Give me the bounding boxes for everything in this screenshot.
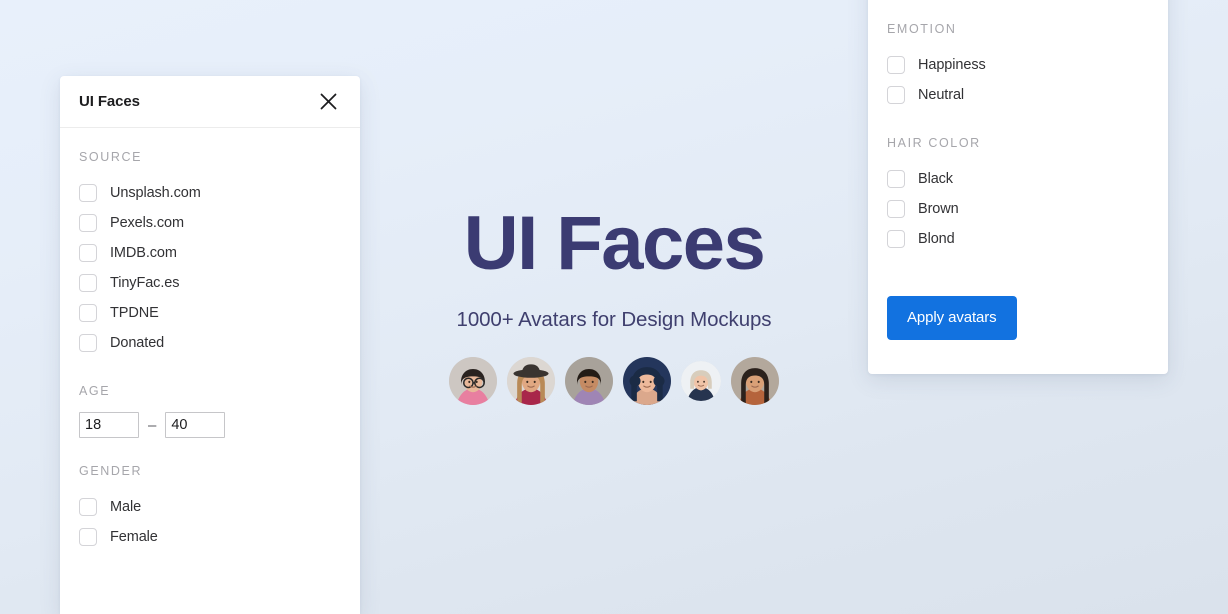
checkbox-row-neutral[interactable]: Neutral — [887, 80, 1149, 110]
checkbox-neutral[interactable] — [887, 86, 905, 104]
checkbox-row-imdb-com[interactable]: IMDB.com — [79, 238, 341, 268]
apply-avatars-button[interactable]: Apply avatars — [887, 296, 1017, 340]
avatar-6 — [731, 357, 779, 405]
checkbox-male[interactable] — [79, 498, 97, 516]
avatar-5 — [681, 361, 721, 401]
checkbox-label: Unsplash.com — [110, 185, 201, 201]
checkbox-label: TinyFac.es — [110, 275, 180, 291]
section-label-age: AGE — [79, 384, 111, 398]
checkbox-row-tinyfac-es[interactable]: TinyFac.es — [79, 268, 341, 298]
checkbox-donated[interactable] — [79, 334, 97, 352]
close-icon — [320, 93, 337, 110]
avatar-1 — [449, 357, 497, 405]
checkbox-blond[interactable] — [887, 230, 905, 248]
checkbox-label: Donated — [110, 335, 165, 351]
age-min-input[interactable] — [79, 412, 139, 438]
section-gender: GENDER Male Female — [79, 464, 341, 552]
avatar-2 — [507, 357, 555, 405]
checkbox-label: Male — [110, 499, 142, 515]
section-label-hair-color: HAIR COLOR — [887, 136, 981, 150]
filters-body: SOURCE Unsplash.com Pexels.com IMDB.com Tiny… — [60, 128, 360, 552]
checkbox-happiness[interactable] — [887, 56, 905, 74]
attributes-panel: EMOTION Happiness Neutral HAIR COLOR Black Br… — [868, 0, 1168, 374]
checkbox-unsplash-com[interactable] — [79, 184, 97, 202]
section-label-gender: GENDER — [79, 464, 143, 478]
checkbox-label: Happiness — [918, 57, 986, 73]
age-range-row: – — [79, 412, 341, 438]
close-button[interactable] — [314, 88, 342, 116]
attributes-body: EMOTION Happiness Neutral HAIR COLOR Black Br… — [868, 0, 1168, 340]
checkbox-row-pexels-com[interactable]: Pexels.com — [79, 208, 341, 238]
checkbox-tinyfac-es[interactable] — [79, 274, 97, 292]
checkbox-label: Blond — [918, 231, 955, 247]
age-max-input[interactable] — [165, 412, 226, 438]
checkbox-brown[interactable] — [887, 200, 905, 218]
checkbox-imdb-com[interactable] — [79, 244, 97, 262]
age-range-separator: – — [148, 416, 157, 434]
checkbox-black[interactable] — [887, 170, 905, 188]
section-hair-color: HAIR COLOR Black Brown Blond — [887, 136, 1149, 254]
checkbox-row-female[interactable]: Female — [79, 522, 341, 552]
checkbox-row-male[interactable]: Male — [79, 492, 341, 522]
avatar-3 — [565, 357, 613, 405]
section-emotion: EMOTION Happiness Neutral — [887, 22, 1149, 110]
checkbox-label: Pexels.com — [110, 215, 184, 231]
checkbox-row-unsplash-com[interactable]: Unsplash.com — [79, 178, 341, 208]
section-label-source: SOURCE — [79, 150, 143, 164]
checkbox-label: IMDB.com — [110, 245, 177, 261]
panel-title: UI Faces — [79, 93, 140, 110]
checkbox-label: Neutral — [918, 87, 965, 103]
checkbox-row-black[interactable]: Black — [887, 164, 1149, 194]
checkbox-row-brown[interactable]: Brown — [887, 194, 1149, 224]
filters-panel: UI Faces SOURCE Unsplash.com Pexels.com IMD… — [60, 76, 360, 614]
checkbox-label: Brown — [918, 201, 959, 217]
checkbox-row-tpdne[interactable]: TPDNE — [79, 298, 341, 328]
checkbox-label: TPDNE — [110, 305, 159, 321]
checkbox-row-donated[interactable]: Donated — [79, 328, 341, 358]
checkbox-row-blond[interactable]: Blond — [887, 224, 1149, 254]
checkbox-label: Female — [110, 529, 158, 545]
panel-header: UI Faces — [60, 76, 360, 128]
section-label-emotion: EMOTION — [887, 22, 957, 36]
section-age: AGE – — [79, 384, 341, 438]
checkbox-tpdne[interactable] — [79, 304, 97, 322]
checkbox-label: Black — [918, 171, 953, 187]
checkbox-row-happiness[interactable]: Happiness — [887, 50, 1149, 80]
section-source: SOURCE Unsplash.com Pexels.com IMDB.com Tiny… — [79, 150, 341, 358]
checkbox-female[interactable] — [79, 528, 97, 546]
avatar-4 — [623, 357, 671, 405]
checkbox-pexels-com[interactable] — [79, 214, 97, 232]
